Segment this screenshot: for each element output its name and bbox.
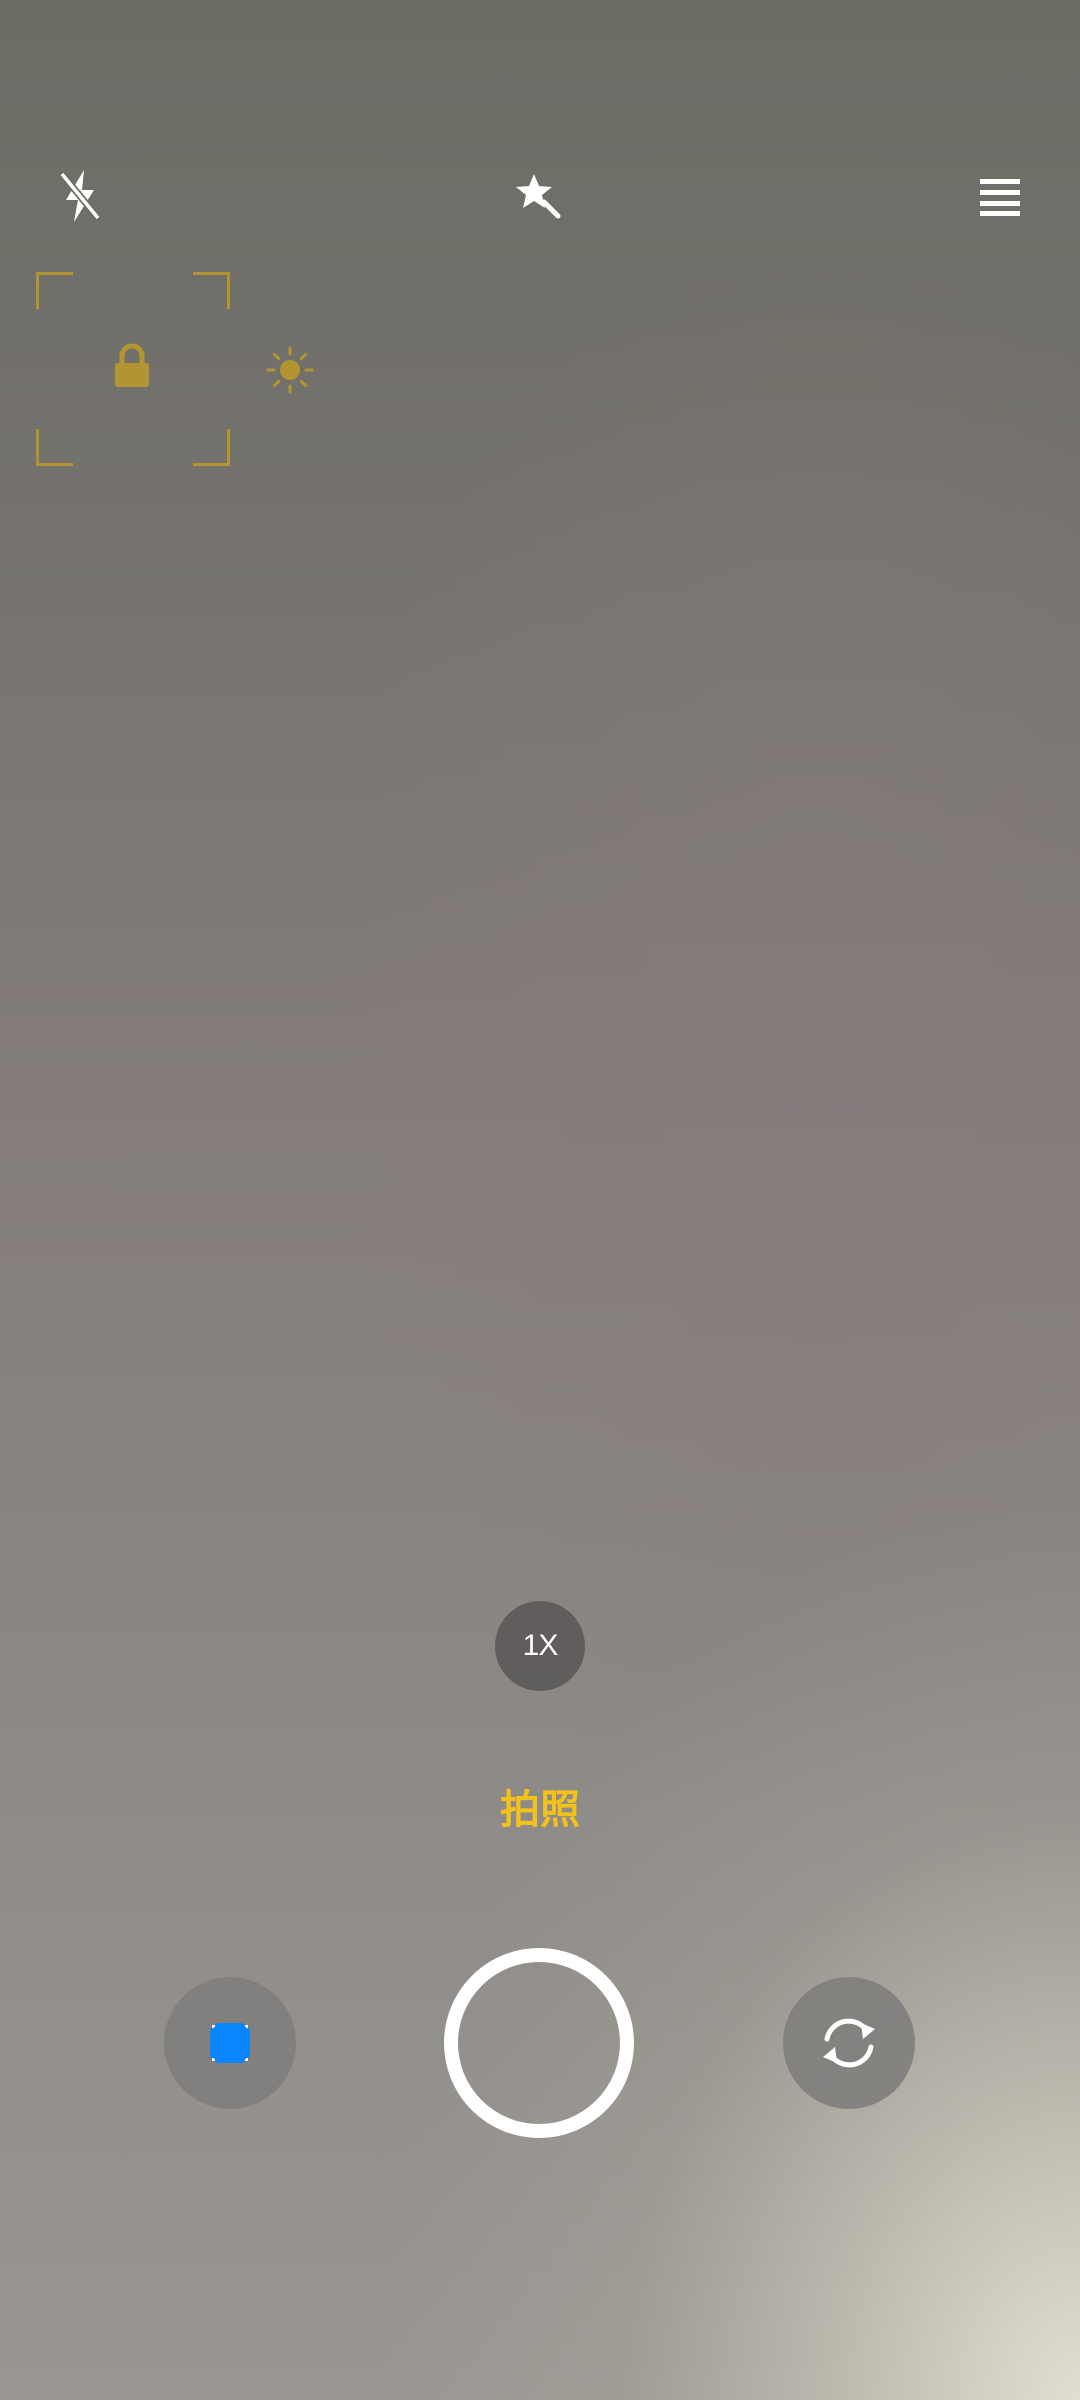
menu-button[interactable] [952,148,1048,244]
gallery-thumbnail-icon [210,2023,250,2063]
gallery-button[interactable] [164,1977,296,2109]
magic-effects-icon [516,174,561,219]
switch-camera-button[interactable] [783,1977,915,2109]
sun-icon[interactable] [265,345,315,395]
focus-corner-top-left [36,272,73,309]
flash-toggle-button[interactable] [32,148,128,244]
mode-photo-label[interactable]: 拍照 [440,1780,640,1840]
focus-corner-top-right [193,272,230,309]
lock-icon[interactable] [113,343,151,389]
effects-button[interactable] [490,148,586,244]
focus-corner-bottom-left [36,429,73,466]
switch-camera-icon [823,2018,875,2068]
shutter-button[interactable] [444,1948,634,2138]
zoom-button[interactable]: 1X [495,1601,585,1691]
focus-corner-bottom-right [193,429,230,466]
flash-off-icon [59,170,101,222]
menu-icon [980,179,1020,216]
zoom-label: 1X [522,1629,559,1662]
